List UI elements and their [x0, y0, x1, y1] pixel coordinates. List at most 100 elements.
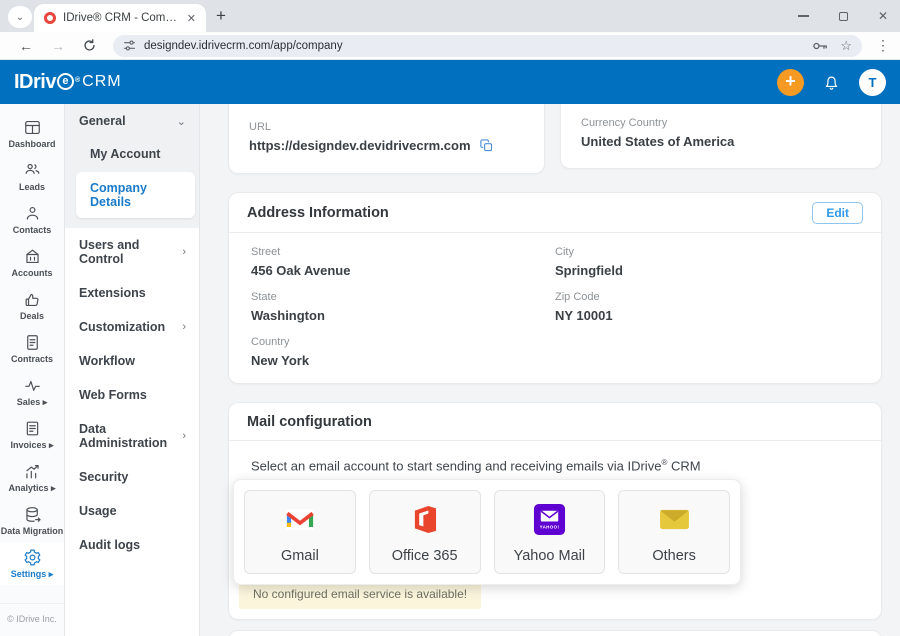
dashboard-icon — [23, 118, 42, 137]
browser-tab[interactable]: IDrive® CRM - Company Detail ✕ — [34, 4, 206, 32]
currency-country-card: Currency Country United States of Americ… — [560, 104, 882, 169]
yahoo-mail-icon: YAHOO! — [533, 491, 566, 548]
nav-contacts[interactable]: Contacts — [0, 198, 64, 241]
address-information-card: Address Information Edit Street 456 Oak … — [228, 192, 882, 384]
nav-leads[interactable]: Leads — [0, 155, 64, 198]
browser-toolbar: ← → designdev.idrivecrm.com/app/company … — [0, 32, 900, 60]
chevron-right-icon: › — [182, 430, 186, 442]
gmail-icon — [285, 491, 315, 548]
window-close-button[interactable]: ✕ — [878, 9, 888, 23]
logo-text: IDriv — [14, 71, 56, 94]
mail-configuration-card: Mail configuration Select an email accou… — [228, 402, 882, 620]
analytics-icon — [23, 462, 42, 481]
deals-icon — [23, 290, 42, 309]
sidebar-item-audit-logs[interactable]: Audit logs — [65, 528, 199, 562]
no-email-service-notice: No configured email service is available… — [239, 581, 481, 609]
contracts-icon — [23, 333, 42, 352]
currency-country-label: Currency Country — [581, 117, 861, 129]
settings-gear-icon — [23, 548, 42, 567]
browser-menu-icon[interactable]: ⋮ — [876, 37, 890, 54]
new-tab-button[interactable]: + — [216, 6, 226, 26]
app-header: IDriv e ® CRM + T — [0, 60, 900, 104]
nav-deals[interactable]: Deals — [0, 284, 64, 327]
chevron-right-icon: › — [182, 321, 186, 333]
bookmark-star-icon[interactable]: ☆ — [840, 38, 852, 54]
quick-add-button[interactable]: + — [777, 69, 804, 96]
nav-data-migration[interactable]: Data Migration — [0, 499, 64, 542]
copy-icon[interactable] — [479, 138, 494, 153]
browser-tabstrip: ⌄ IDrive® CRM - Company Detail ✕ + ✕ — [0, 0, 900, 32]
idrive-crm-logo: IDriv e ® CRM — [14, 71, 122, 94]
company-url-value: https://designdev.devidrivecrm.com — [249, 138, 471, 153]
tab-close-icon[interactable]: ✕ — [185, 12, 198, 25]
provider-office365[interactable]: Office 365 — [369, 490, 481, 574]
sidebar-item-company-details[interactable]: Company Details — [76, 172, 195, 218]
provider-yahoo-mail[interactable]: YAHOO! Yahoo Mail — [494, 490, 606, 574]
tab-search-button[interactable]: ⌄ — [8, 6, 32, 28]
sidebar-item-my-account[interactable]: My Account — [65, 138, 199, 170]
tab-title: IDrive® CRM - Company Detail — [63, 12, 178, 24]
svg-text:YAHOO!: YAHOO! — [540, 525, 560, 530]
nav-accounts[interactable]: Accounts — [0, 241, 64, 284]
sidebar-item-data-administration[interactable]: Data Administration › — [65, 412, 199, 460]
address-field-state: State Washington — [251, 291, 555, 323]
next-section-card — [228, 630, 882, 636]
sidebar-item-security[interactable]: Security — [65, 460, 199, 494]
company-url-card: URL https://designdev.devidrivecrm.com — [228, 104, 545, 174]
sidebar-group-general: General ⌄ My Account Company Details — [65, 104, 199, 228]
provider-others[interactable]: Others — [618, 490, 730, 574]
sidebar-item-customization[interactable]: Customization › — [65, 310, 199, 344]
url-field-label: URL — [249, 121, 524, 133]
sales-icon — [23, 376, 42, 395]
user-avatar[interactable]: T — [859, 69, 886, 96]
sidebar-item-extensions[interactable]: Extensions — [65, 276, 199, 310]
nav-sales[interactable]: Sales ▸ — [0, 370, 64, 413]
provider-gmail[interactable]: Gmail — [244, 490, 356, 574]
sidebar-item-workflow[interactable]: Workflow — [65, 344, 199, 378]
logo-crm-text: CRM — [82, 73, 121, 91]
office365-icon — [412, 491, 437, 548]
accounts-icon — [23, 247, 42, 266]
data-migration-icon — [23, 505, 42, 524]
address-field-zip: Zip Code NY 10001 — [555, 291, 859, 323]
reload-button[interactable] — [83, 39, 96, 52]
logo-registered-mark: ® — [75, 77, 80, 84]
nav-contracts[interactable]: Contracts — [0, 327, 64, 370]
address-field-city: City Springfield — [555, 246, 859, 278]
currency-country-value: United States of America — [581, 134, 734, 149]
copyright-text: © IDrive Inc. — [0, 603, 64, 636]
address-bar[interactable]: designdev.idrivecrm.com/app/company ☆ — [113, 35, 862, 57]
address-section-title: Address Information — [247, 205, 389, 221]
idrive-favicon-icon — [44, 12, 56, 24]
window-maximize-button[interactable] — [839, 12, 848, 21]
site-settings-icon[interactable] — [123, 39, 136, 52]
settings-sidebar: General ⌄ My Account Company Details Use… — [65, 104, 200, 636]
leads-icon — [23, 161, 42, 180]
others-mail-icon — [659, 491, 690, 548]
nav-invoices[interactable]: Invoices ▸ — [0, 413, 64, 456]
address-field-country: Country New York — [251, 336, 555, 368]
password-key-icon[interactable] — [812, 39, 828, 53]
sidebar-item-web-forms[interactable]: Web Forms — [65, 378, 199, 412]
main-content: URL https://designdev.devidrivecrm.com C… — [200, 104, 900, 636]
mail-subtitle: Select an email account to start sending… — [229, 441, 881, 479]
address-field-street: Street 456 Oak Avenue — [251, 246, 555, 278]
sidebar-item-general[interactable]: General ⌄ — [65, 104, 199, 138]
sidebar-item-usage[interactable]: Usage — [65, 494, 199, 528]
back-button[interactable]: ← — [19, 38, 33, 54]
mail-section-title: Mail configuration — [247, 414, 372, 430]
chevron-right-icon: › — [182, 246, 186, 258]
contacts-icon — [23, 204, 42, 223]
sidebar-item-users-and-control[interactable]: Users and Control › — [65, 228, 199, 276]
url-text[interactable]: designdev.idrivecrm.com/app/company — [144, 40, 804, 52]
nav-analytics[interactable]: Analytics ▸ — [0, 456, 64, 499]
primary-nav-rail: Dashboard Leads Contacts Accounts Deals … — [0, 104, 65, 636]
nav-settings[interactable]: Settings ▸ — [0, 542, 64, 585]
logo-e-ring-icon: e — [57, 73, 74, 90]
forward-button[interactable]: → — [51, 38, 65, 54]
notifications-bell-icon[interactable] — [822, 73, 841, 92]
invoices-icon — [23, 419, 42, 438]
window-minimize-button[interactable] — [798, 15, 809, 17]
nav-dashboard[interactable]: Dashboard — [0, 112, 64, 155]
edit-address-button[interactable]: Edit — [812, 202, 863, 224]
